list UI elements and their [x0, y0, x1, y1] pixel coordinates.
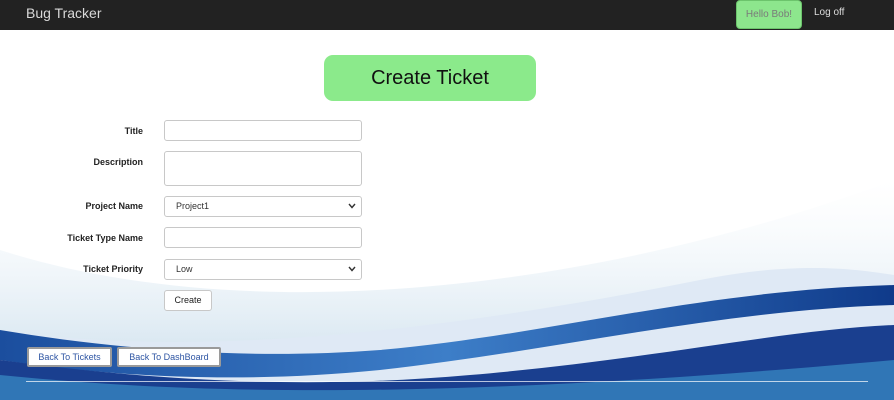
- chevron-down-icon: [348, 266, 356, 272]
- title-input[interactable]: [164, 120, 362, 141]
- description-textarea[interactable]: [164, 151, 362, 186]
- greeting-button[interactable]: Hello Bob!: [736, 0, 802, 29]
- ticket-priority-select[interactable]: Low: [164, 259, 362, 280]
- brand-link[interactable]: Bug Tracker: [26, 5, 101, 21]
- description-label: Description: [93, 157, 143, 167]
- ticket-type-label: Ticket Type Name: [67, 233, 143, 243]
- back-to-tickets-button[interactable]: Back To Tickets: [27, 347, 112, 367]
- footer-divider: [26, 381, 868, 382]
- logoff-link[interactable]: Log off: [814, 7, 844, 18]
- project-name-select[interactable]: Project1: [164, 196, 362, 217]
- back-to-dashboard-button[interactable]: Back To DashBoard: [117, 347, 221, 367]
- title-label: Title: [124, 126, 143, 136]
- chevron-down-icon: [348, 203, 356, 209]
- ticket-priority-value: Low: [176, 264, 193, 274]
- project-name-label: Project Name: [85, 201, 143, 211]
- page-title: Create Ticket: [324, 55, 536, 101]
- create-button[interactable]: Create: [164, 290, 212, 311]
- ticket-priority-label: Ticket Priority: [83, 264, 143, 274]
- top-navbar: Bug Tracker Hello Bob! Log off: [0, 0, 894, 30]
- project-name-value: Project1: [176, 201, 210, 211]
- ticket-type-input[interactable]: [164, 227, 362, 248]
